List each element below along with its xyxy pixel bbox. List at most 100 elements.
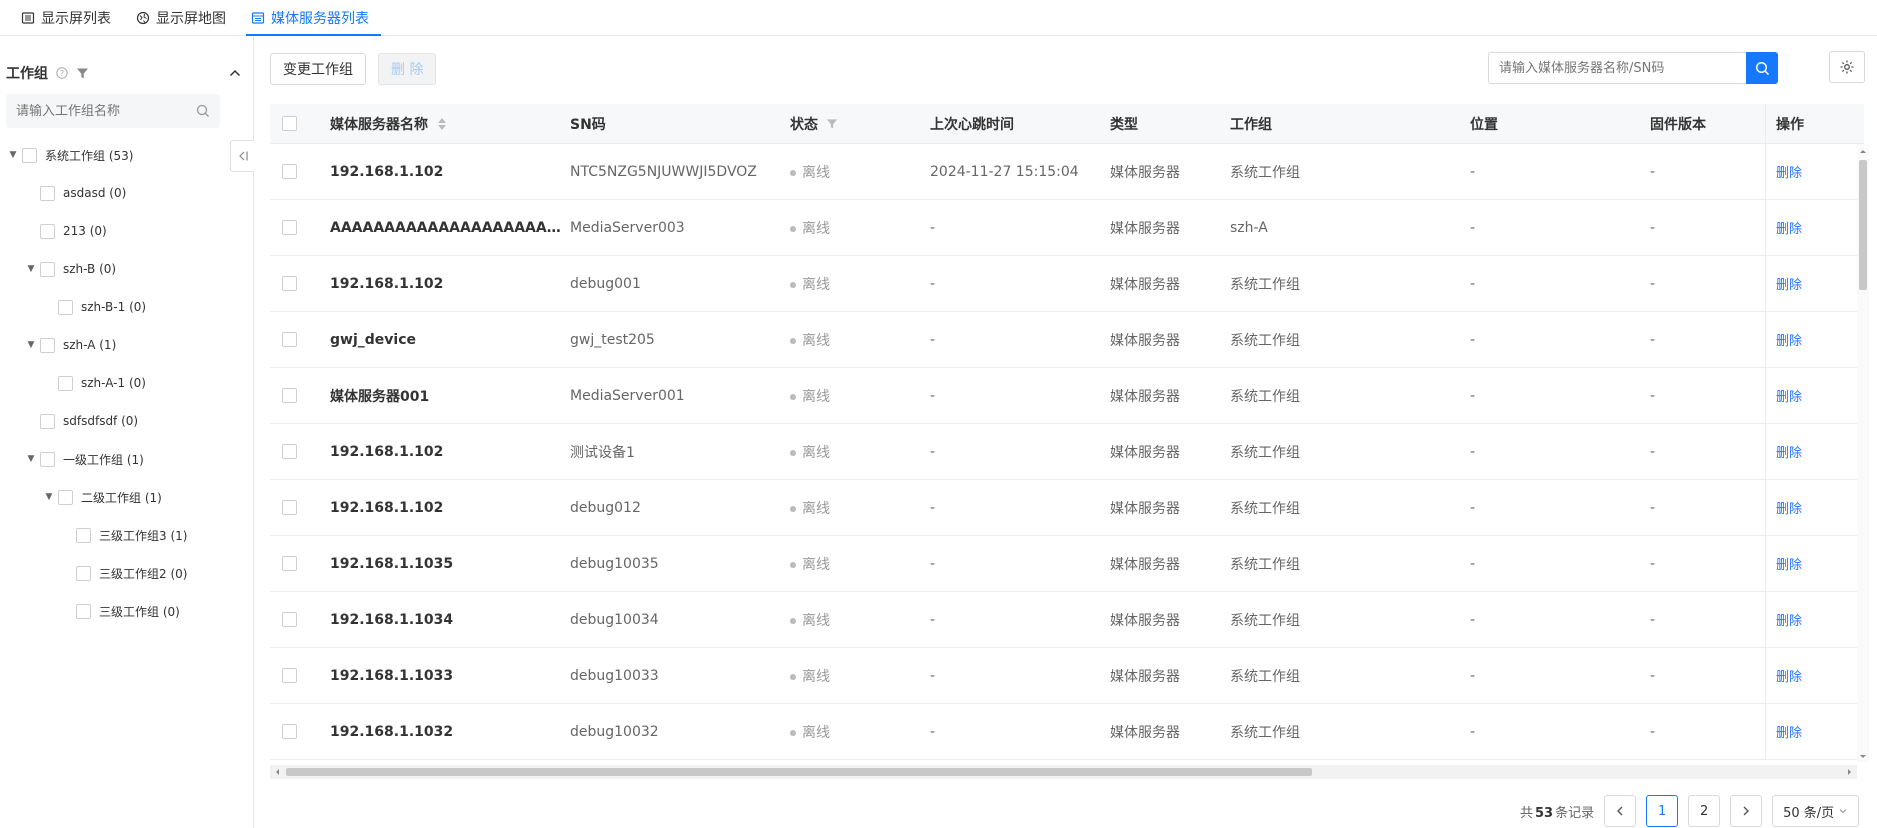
tree-node-checkbox[interactable] xyxy=(58,489,73,505)
row-checkbox[interactable] xyxy=(282,276,297,291)
tree-node[interactable]: 213 (0) xyxy=(0,212,240,250)
search-button[interactable] xyxy=(1746,52,1778,84)
table-row[interactable]: AAAAAAAAAAAAAAAAAAAAAA... MediaServer003 离… xyxy=(270,200,1864,256)
next-page-button[interactable] xyxy=(1730,795,1763,827)
row-checkbox[interactable] xyxy=(282,500,297,515)
tree-node[interactable]: szh-A-1 (0) xyxy=(0,364,240,402)
row-checkbox[interactable] xyxy=(282,668,297,683)
tree-node-checkbox[interactable] xyxy=(22,147,37,163)
page-size-select[interactable]: 50 条/页 xyxy=(1772,795,1860,827)
horizontal-scroll-thumb[interactable] xyxy=(286,768,1312,776)
row-checkbox[interactable] xyxy=(282,556,297,571)
tab-display-list[interactable]: 显示屏列表 xyxy=(8,0,123,35)
tree-node-checkbox[interactable] xyxy=(58,299,73,315)
sidebar-collapse-button[interactable] xyxy=(230,140,254,172)
tree-node-checkbox[interactable] xyxy=(76,603,91,619)
tree-node-checkbox[interactable] xyxy=(58,375,73,391)
search-icon[interactable] xyxy=(195,104,210,119)
row-delete-link[interactable]: 删除 xyxy=(1776,386,1802,405)
tree-node-checkbox[interactable] xyxy=(76,527,91,543)
filter-icon[interactable] xyxy=(75,66,90,81)
row-delete-link[interactable]: 删除 xyxy=(1776,554,1802,573)
tree-node[interactable]: szh-B-1 (0) xyxy=(0,288,240,326)
tree-node-checkbox[interactable] xyxy=(40,223,55,239)
tree-node[interactable]: ▼ szh-B (0) xyxy=(0,250,240,288)
table-row[interactable]: 媒体服务器001 MediaServer001 离线 - 媒体服务器 系统工作组 - - 删除 xyxy=(270,368,1864,424)
row-delete-link[interactable]: 删除 xyxy=(1776,162,1802,181)
table-row[interactable]: 192.168.1.1032 debug10032 离线 - 媒体服务器 系统工作组 - - 删… xyxy=(270,704,1864,760)
caret-down-icon[interactable]: ▼ xyxy=(24,340,38,350)
table-row[interactable]: 192.168.1.1034 debug10034 离线 - 媒体服务器 系统工作组 - - 删… xyxy=(270,592,1864,648)
row-checkbox[interactable] xyxy=(282,332,297,347)
page-2-button[interactable]: 2 xyxy=(1688,795,1721,827)
row-checkbox[interactable] xyxy=(282,220,297,235)
row-checkbox[interactable] xyxy=(282,164,297,179)
row-delete-link[interactable]: 删除 xyxy=(1776,722,1802,741)
tree-node-checkbox[interactable] xyxy=(40,413,55,429)
table-row[interactable]: gwj_device gwj_test205 离线 - 媒体服务器 系统工作组 - - 删除 xyxy=(270,312,1864,368)
row-delete-link[interactable]: 删除 xyxy=(1776,330,1802,349)
scroll-left-icon[interactable] xyxy=(272,765,282,779)
tab-display-map[interactable]: 显示屏地图 xyxy=(123,0,238,35)
row-delete-link[interactable]: 删除 xyxy=(1776,610,1802,629)
sort-icon[interactable] xyxy=(434,116,449,131)
vertical-scroll-thumb[interactable] xyxy=(1859,160,1867,290)
page-1-button[interactable]: 1 xyxy=(1646,795,1679,827)
chevron-up-icon[interactable] xyxy=(227,66,242,81)
row-checkbox[interactable] xyxy=(282,388,297,403)
table-row[interactable]: 192.168.1.102 测试设备1 离线 - 媒体服务器 系统工作组 - - 删除 xyxy=(270,424,1864,480)
table-row[interactable]: 192.168.1.102 NTC5NZG5NJUWWJI5DVOZ 离线 2024-… xyxy=(270,144,1864,200)
tree-node-checkbox[interactable] xyxy=(40,451,55,467)
tree-node[interactable]: ▼ 系统工作组 (53) xyxy=(0,136,240,174)
row-checkbox[interactable] xyxy=(282,444,297,459)
filter-icon[interactable] xyxy=(824,116,839,131)
tree-node-checkbox[interactable] xyxy=(40,337,55,353)
help-icon[interactable]: ? xyxy=(54,66,69,81)
tree-node-checkbox[interactable] xyxy=(40,185,55,201)
tree-node[interactable]: ▼ 一级工作组 (1) xyxy=(0,440,240,478)
cell-type: 媒体服务器 xyxy=(1110,556,1180,573)
cell-workgroup: 系统工作组 xyxy=(1230,556,1300,573)
horizontal-scrollbar[interactable] xyxy=(270,765,1857,779)
tree-node-checkbox[interactable] xyxy=(40,261,55,277)
table-row[interactable]: 192.168.1.1033 debug10033 离线 - 媒体服务器 系统工作组 - - 删… xyxy=(270,648,1864,704)
tree-node[interactable]: 三级工作组 (0) xyxy=(0,592,240,630)
tree-node-checkbox[interactable] xyxy=(76,565,91,581)
tree-node[interactable]: asdasd (0) xyxy=(0,174,240,212)
scroll-up-icon[interactable] xyxy=(1857,146,1869,156)
caret-down-icon[interactable]: ▼ xyxy=(6,150,20,160)
row-delete-link[interactable]: 删除 xyxy=(1776,274,1802,293)
select-all-checkbox[interactable] xyxy=(282,116,297,131)
tree-node[interactable]: ▼ szh-A (1) xyxy=(0,326,240,364)
prev-page-button[interactable] xyxy=(1604,795,1637,827)
caret-down-icon[interactable]: ▼ xyxy=(42,492,56,502)
caret-down-icon[interactable]: ▼ xyxy=(24,454,38,464)
vertical-scrollbar[interactable] xyxy=(1857,144,1869,762)
tree-node[interactable]: 三级工作组3 (1) xyxy=(0,516,240,554)
col-header-name[interactable]: 媒体服务器名称 xyxy=(330,114,570,134)
row-delete-link[interactable]: 删除 xyxy=(1776,498,1802,517)
change-workgroup-button[interactable]: 变更工作组 xyxy=(270,53,366,85)
caret-down-icon[interactable]: ▼ xyxy=(24,264,38,274)
workgroup-sidebar: 工作组 ? ▼ 系统工作组 (53) asdasd (0) 213 (0) ▼ szh-B… xyxy=(0,36,254,828)
tree-node[interactable]: 三级工作组2 (0) xyxy=(0,554,240,592)
delete-button[interactable]: 删 除 xyxy=(378,53,437,85)
row-checkbox[interactable] xyxy=(282,612,297,627)
row-delete-link[interactable]: 删除 xyxy=(1776,218,1802,237)
row-checkbox[interactable] xyxy=(282,724,297,739)
cell-status: 离线 xyxy=(790,666,930,686)
table-row[interactable]: 192.168.1.1035 debug10035 离线 - 媒体服务器 系统工作组 - - 删… xyxy=(270,536,1864,592)
table-row[interactable]: 192.168.1.102 debug001 离线 - 媒体服务器 系统工作组 - - 删除 xyxy=(270,256,1864,312)
row-delete-link[interactable]: 删除 xyxy=(1776,442,1802,461)
scroll-down-icon[interactable] xyxy=(1857,752,1869,762)
row-delete-link[interactable]: 删除 xyxy=(1776,666,1802,685)
table-row[interactable]: 192.168.1.102 debug012 离线 - 媒体服务器 系统工作组 - - 删除 xyxy=(270,480,1864,536)
table-settings-button[interactable] xyxy=(1829,51,1865,83)
workgroup-search-input[interactable] xyxy=(16,103,195,119)
tree-node[interactable]: sdfsdfsdf (0) xyxy=(0,402,240,440)
tree-node[interactable]: ▼ 二级工作组 (1) xyxy=(0,478,240,516)
server-search-input[interactable] xyxy=(1488,52,1746,84)
tab-media-server-list[interactable]: 媒体服务器列表 xyxy=(238,0,381,36)
scroll-right-icon[interactable] xyxy=(1845,765,1855,779)
col-header-status[interactable]: 状态 xyxy=(790,114,930,134)
